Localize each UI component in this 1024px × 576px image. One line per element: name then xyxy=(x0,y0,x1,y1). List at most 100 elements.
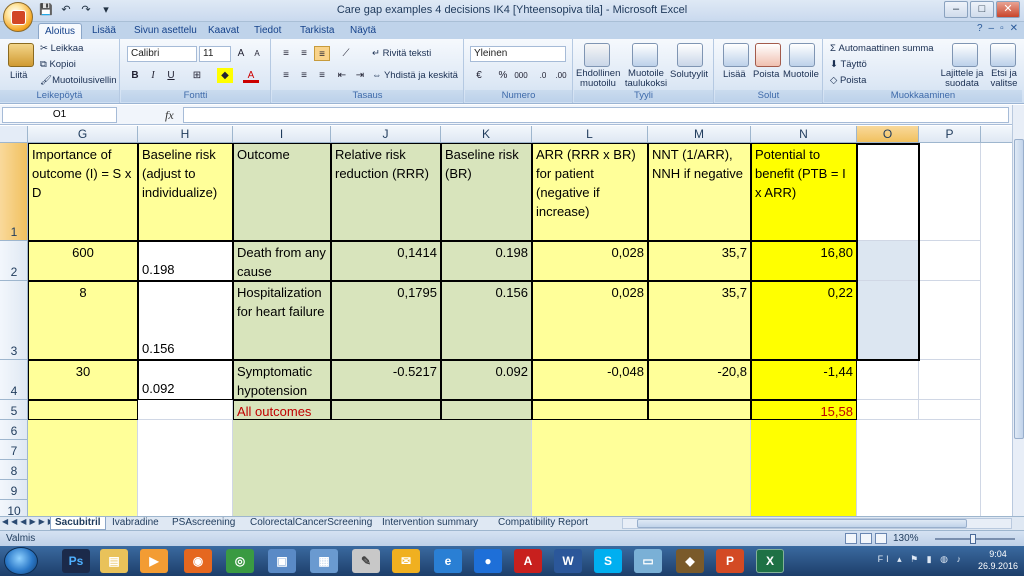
cell-o1[interactable] xyxy=(857,143,919,241)
cell-g3[interactable]: 8 xyxy=(28,281,138,360)
cell-g5[interactable] xyxy=(28,400,138,420)
name-box[interactable]: O1 xyxy=(2,107,117,123)
sheet-tab-psascreening[interactable]: PSAscreening xyxy=(168,517,239,530)
header-cell-arr[interactable]: ARR (RRR x BR) for patient (negative if … xyxy=(532,143,648,241)
video-call-icon[interactable]: ● xyxy=(474,549,502,573)
start-button[interactable] xyxy=(4,547,38,575)
borders-icon[interactable]: ⊞ xyxy=(189,68,205,83)
cell-p2[interactable] xyxy=(919,241,981,281)
cells-o6-p10[interactable] xyxy=(857,420,981,516)
format-as-table-icon[interactable] xyxy=(632,43,658,67)
binoculars-icon[interactable] xyxy=(990,43,1016,67)
app-icon-1[interactable]: ▣ xyxy=(268,549,296,573)
excel-icon[interactable]: X xyxy=(756,549,784,573)
sheet-tab-compatibility[interactable]: Compatibility Report xyxy=(494,517,592,530)
header-cell-rrr[interactable]: Relative risk reduction (RRR) xyxy=(331,143,441,241)
app-icon-2[interactable]: ▦ xyxy=(310,549,338,573)
paste-button[interactable]: Liitä xyxy=(10,70,27,81)
sheet-nav-arrows-icon[interactable]: ◀◀◀▶▶▶ xyxy=(2,517,57,526)
sort-filter-button[interactable]: Lajittele ja suodata xyxy=(940,69,984,89)
row-header-2[interactable]: 2 xyxy=(0,241,28,281)
font-name-select[interactable]: Calibri xyxy=(127,46,197,62)
cell-m3[interactable]: 35,7 xyxy=(648,281,751,360)
page-layout-view-icon[interactable] xyxy=(860,533,872,544)
cell-o5[interactable] xyxy=(857,400,919,420)
cell-o2[interactable] xyxy=(857,241,919,281)
align-left-icon[interactable]: ≡ xyxy=(278,68,294,83)
row-header-1[interactable]: 1 xyxy=(0,143,28,241)
cell-p4[interactable] xyxy=(919,360,981,400)
ribbon-restore-icon[interactable]: ▫ xyxy=(1000,23,1004,34)
internet-explorer-icon[interactable]: e xyxy=(434,549,462,573)
align-middle-icon[interactable]: ≡ xyxy=(296,46,312,61)
cell-n4[interactable]: -1,44 xyxy=(751,360,857,400)
bold-button[interactable]: B xyxy=(127,68,143,83)
close-button[interactable]: ✕ xyxy=(996,1,1020,18)
italic-button[interactable]: I xyxy=(145,68,161,83)
office-button[interactable] xyxy=(3,2,33,32)
header-cell-outcome[interactable]: Outcome xyxy=(233,143,331,241)
header-cell-baseline-risk-individual[interactable]: Baseline risk (adjust to individualize) xyxy=(138,143,233,241)
sheet-tab-intervention-summary[interactable]: Intervention summary xyxy=(378,517,482,530)
page-break-view-icon[interactable] xyxy=(875,533,887,544)
cell-h5[interactable] xyxy=(138,400,233,420)
comma-style-icon[interactable]: 000 xyxy=(513,68,529,83)
column-header-p[interactable]: P xyxy=(919,126,981,143)
cell-k2[interactable]: 0.198 xyxy=(441,241,532,281)
horizontal-scrollbar[interactable] xyxy=(622,518,1012,529)
cell-g4[interactable]: 30 xyxy=(28,360,138,400)
cell-l4[interactable]: -0,048 xyxy=(532,360,648,400)
tab-page-layout[interactable]: Sivun asettelu xyxy=(128,23,203,39)
powerpoint-icon[interactable]: P xyxy=(716,549,744,573)
cells-i6-k10[interactable] xyxy=(233,420,532,516)
ribbon-close-icon[interactable]: ✕ xyxy=(1010,23,1018,34)
tab-data[interactable]: Tiedot xyxy=(248,23,287,39)
sheet-tab-ivabradine[interactable]: Ivabradine xyxy=(108,517,163,530)
column-header-i[interactable]: I xyxy=(233,126,331,143)
row-header-10[interactable]: 10 xyxy=(0,500,28,516)
zoom-level[interactable]: 130% xyxy=(893,533,919,544)
align-bottom-icon[interactable]: ≡ xyxy=(314,46,330,61)
tab-formulas[interactable]: Kaavat xyxy=(202,23,245,39)
row-header-8[interactable]: 8 xyxy=(0,460,28,480)
format-painter-button[interactable]: 🖌Muotoilusivellin xyxy=(40,75,116,86)
cell-i4[interactable]: Symptomatic hypotension xyxy=(233,360,331,400)
tab-view[interactable]: Näytä xyxy=(344,23,382,39)
column-header-j[interactable]: J xyxy=(331,126,441,143)
percent-icon[interactable]: % xyxy=(495,68,511,83)
cell-k5[interactable] xyxy=(441,400,532,420)
decrease-indent-icon[interactable]: ⇤ xyxy=(334,68,350,83)
row-header-3[interactable]: 3 xyxy=(0,281,28,360)
column-header-h[interactable]: H xyxy=(138,126,233,143)
cell-j5[interactable] xyxy=(331,400,441,420)
cell-n2[interactable]: 16,80 xyxy=(751,241,857,281)
header-cell-nnt[interactable]: NNT (1/ARR), NNH if negative xyxy=(648,143,751,241)
maximize-button[interactable]: □ xyxy=(970,1,994,18)
cell-k4[interactable]: 0.092 xyxy=(441,360,532,400)
header-cell-ptb[interactable]: Potential to benefit (PTB = I x ARR) xyxy=(751,143,857,241)
column-header-q[interactable] xyxy=(981,126,1012,143)
sheet-tab-colorectal[interactable]: ColorectalCancerScreening xyxy=(246,517,376,530)
conditional-formatting-button[interactable]: Ehdollinen muotoilu xyxy=(576,69,620,89)
autosum-button[interactable]: Σ Automaattinen summa xyxy=(830,43,934,54)
row-header-4[interactable]: 4 xyxy=(0,360,28,400)
cell-p5[interactable] xyxy=(919,400,981,420)
select-all-corner[interactable] xyxy=(0,126,28,143)
cell-p1[interactable] xyxy=(919,143,981,241)
cell-h2[interactable]: 0.198 xyxy=(138,241,233,281)
column-header-g[interactable]: G xyxy=(28,126,138,143)
format-cells-icon[interactable] xyxy=(789,43,815,67)
cell-n3[interactable]: 0,22 xyxy=(751,281,857,360)
increase-decimal-icon[interactable]: .0 xyxy=(535,68,551,83)
cell-styles-button[interactable]: Solutyylit xyxy=(670,69,708,80)
outlook-icon[interactable]: ✉ xyxy=(392,549,420,573)
cell-m4[interactable]: -20,8 xyxy=(648,360,751,400)
cell-k3[interactable]: 0.156 xyxy=(441,281,532,360)
language-indicator[interactable]: FI xyxy=(878,554,892,564)
column-header-n[interactable]: N xyxy=(751,126,857,143)
column-header-m[interactable]: M xyxy=(648,126,751,143)
copy-button[interactable]: ⧉ Kopioi xyxy=(40,59,76,70)
wrap-text-button[interactable]: ↵ Rivitä teksti xyxy=(372,48,431,59)
minimize-button[interactable]: – xyxy=(944,1,968,18)
header-cell-baseline-risk[interactable]: Baseline risk (BR) xyxy=(441,143,532,241)
